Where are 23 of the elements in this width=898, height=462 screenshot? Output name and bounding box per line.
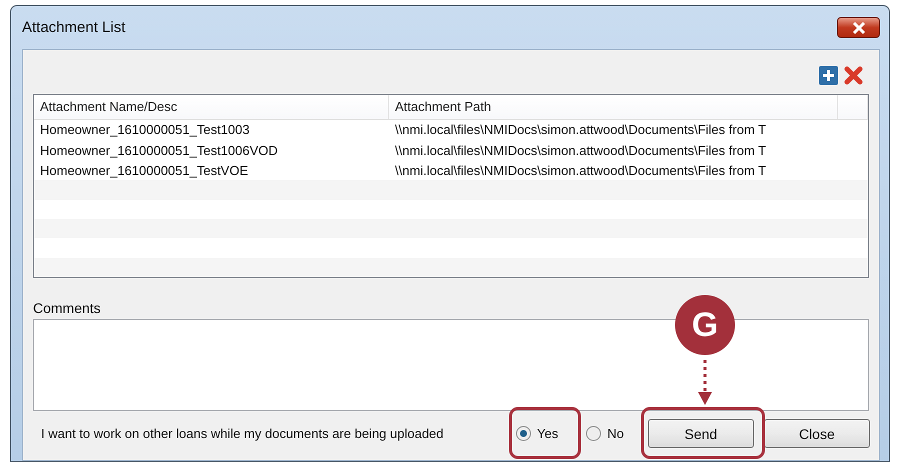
table-cell-text: \\nmi.local\files\NMIDocs\simon.attwood\Documents\Files from T: [394, 162, 768, 180]
send-button[interactable]: Send: [648, 419, 754, 448]
radio-option[interactable]: No: [586, 426, 624, 441]
delete-icon: [844, 66, 863, 84]
radio-option[interactable]: Yes: [516, 426, 558, 441]
upload-option-label: I want to work on other loans while my documents are being uploaded: [41, 426, 445, 441]
table-cell-text: \\nmi.local\files\NMIDocs\simon.attwood\Documents\Files from T: [394, 121, 768, 140]
dotted-arrow: [697, 358, 713, 406]
window-title: Attachment List: [22, 19, 126, 36]
table-cell-text: Homeowner_1610000051_TestVOE: [39, 162, 250, 180]
table-cell-text: Homeowner_1610000051_Test1006VOD: [39, 142, 279, 160]
column-header[interactable]: Attachment Path: [389, 95, 838, 119]
comments-label: Comments: [33, 300, 102, 316]
table-cell-text: \\nmi.local\files\NMIDocs\simon.attwood\Documents\Files from T: [394, 142, 768, 160]
column-header[interactable]: Attachment Name/Desc: [34, 95, 389, 119]
close-icon: [852, 22, 866, 34]
add-button[interactable]: [819, 66, 838, 84]
highlight-frame: [509, 407, 581, 459]
close-button[interactable]: [837, 17, 880, 38]
remove-button[interactable]: [844, 66, 863, 84]
table-cell-text: Homeowner_1610000051_Test1003: [39, 121, 251, 140]
plus-icon: [819, 66, 838, 84]
close-dialog-button[interactable]: Close: [764, 419, 870, 448]
